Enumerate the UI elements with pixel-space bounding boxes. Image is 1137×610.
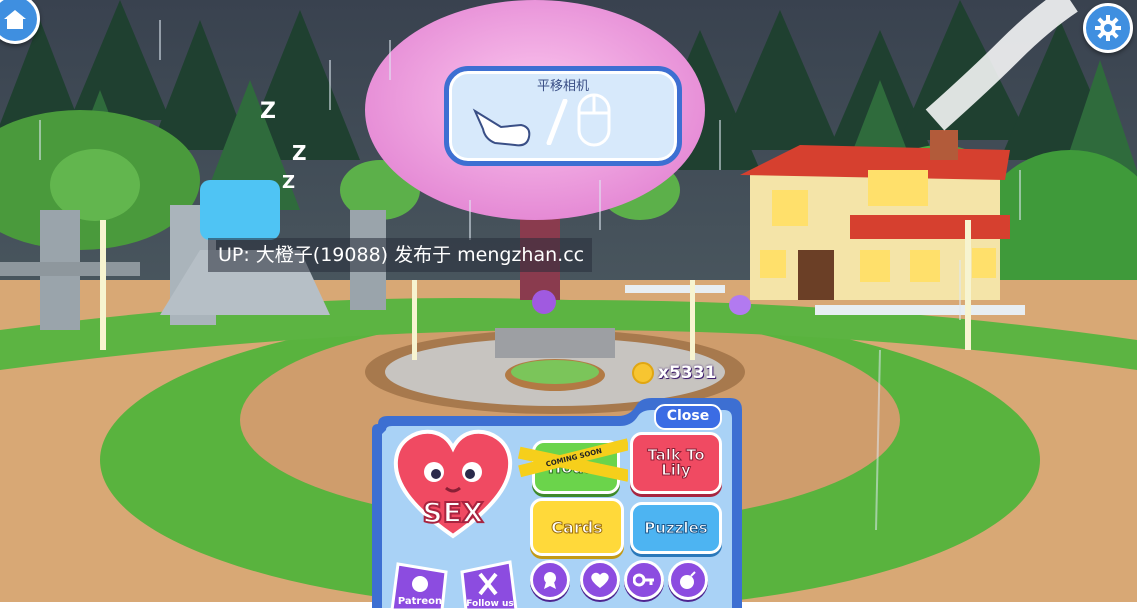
- settings-button[interactable]: [1083, 3, 1133, 53]
- gear-icon: [1095, 15, 1121, 41]
- camera-hint-title: 平移相机: [536, 79, 589, 94]
- coin-amount: x5331: [658, 363, 717, 383]
- svg-text:Z: Z: [282, 172, 295, 193]
- svg-text:Z: Z: [260, 99, 276, 124]
- cards-label: Cards: [551, 517, 603, 537]
- coin-counter: x5331: [632, 362, 716, 384]
- svg-text:Z: Z: [292, 141, 307, 165]
- puzzles-button[interactable]: Puzzles: [630, 502, 722, 554]
- patreon-button[interactable]: Patreon: [390, 558, 450, 610]
- puzzles-label: Puzzles: [644, 519, 708, 538]
- heart-button[interactable]: [580, 560, 620, 600]
- coming-soon-tape: COMING SOON: [518, 438, 628, 482]
- cards-button[interactable]: Cards: [530, 498, 624, 556]
- mouse-icon: [577, 93, 611, 147]
- heart-icon: [591, 572, 609, 588]
- uploader-watermark: UP: 大橙子(19088) 发布于 mengzhan.cc: [208, 238, 593, 272]
- game-menu: Close SEX House COMING SOON Talk To Lily…: [368, 398, 746, 610]
- pointing-hand-icon: [472, 108, 531, 147]
- award-icon: [544, 572, 556, 589]
- follow-us-button[interactable]: Follow us: [458, 558, 518, 610]
- sex-label: SEX: [422, 495, 485, 530]
- sex-button[interactable]: SEX: [390, 426, 516, 542]
- award-button[interactable]: [530, 560, 570, 600]
- talk-label: Talk To Lily: [647, 446, 705, 479]
- coin-icon: [632, 362, 654, 384]
- talk-to-lily-button[interactable]: Talk To Lily: [630, 432, 722, 494]
- follow-label: Follow us: [466, 599, 514, 609]
- camera-hint-panel: 平移相机: [444, 66, 682, 166]
- key-icon: [633, 573, 654, 587]
- home-icon: [4, 10, 26, 29]
- slash-icon: [546, 99, 568, 145]
- bomb-icon: [680, 571, 696, 589]
- bomb-button[interactable]: [668, 560, 708, 600]
- patreon-icon: [412, 576, 428, 592]
- close-button[interactable]: Close: [654, 404, 722, 430]
- key-button[interactable]: [624, 560, 664, 600]
